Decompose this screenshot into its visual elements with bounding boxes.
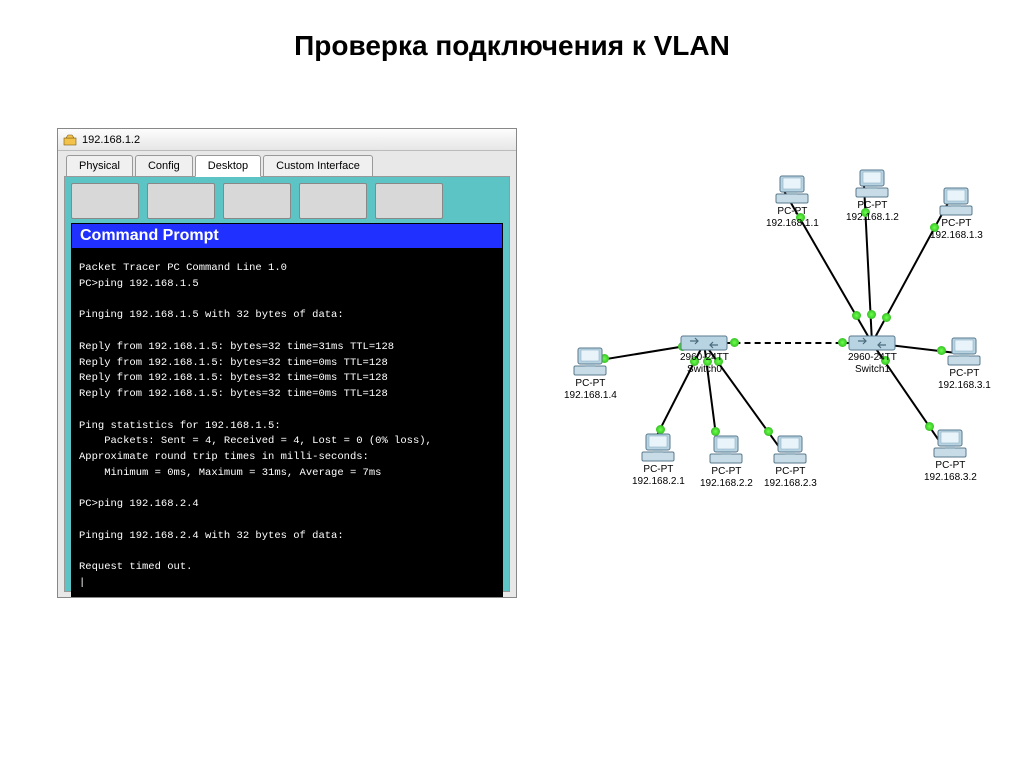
switch-device[interactable]: 2960-24TTSwitch1 [848, 332, 897, 375]
network-topology: PC-PT192.168.1.1 PC-PT192.168.1.2 PC-PT1… [540, 168, 1000, 538]
device-name-label: 192.168.1.2 [846, 212, 899, 224]
device-name-label: 192.168.1.4 [564, 390, 617, 402]
device-type-label: PC-PT [938, 368, 991, 380]
pc-device[interactable]: PC-PT192.168.2.2 [700, 434, 753, 489]
device-name-label: 192.168.2.3 [764, 478, 817, 490]
link-status-led [838, 338, 847, 347]
device-type-label: PC-PT [632, 464, 685, 476]
device-type-label: PC-PT [700, 466, 753, 478]
link-status-led [852, 311, 861, 320]
pc-device[interactable]: PC-PT192.168.1.1 [766, 174, 819, 229]
device-type-label: PC-PT [764, 466, 817, 478]
link-status-led [867, 310, 876, 319]
desktop-icon-row [71, 183, 503, 219]
network-link [704, 342, 872, 344]
pc-device[interactable]: PC-PT192.168.2.1 [632, 432, 685, 487]
pc-icon [938, 186, 974, 218]
device-type-label: 2960-24TT [848, 352, 897, 364]
packet-tracer-icon [63, 133, 77, 147]
device-type-label: PC-PT [564, 378, 617, 390]
command-prompt-titlebar: Command Prompt [71, 223, 503, 249]
switch-icon [848, 332, 896, 352]
pc-device[interactable]: PC-PT192.168.3.2 [924, 428, 977, 483]
desktop-app-icon[interactable] [375, 183, 443, 219]
command-prompt-output[interactable]: Packet Tracer PC Command Line 1.0 PC>pin… [71, 249, 503, 598]
link-status-led [730, 338, 739, 347]
desktop-area: Command Prompt Packet Tracer PC Command … [64, 176, 510, 592]
device-name-label: 192.168.1.3 [930, 230, 983, 242]
device-type-label: PC-PT [846, 200, 899, 212]
device-name-label: 192.168.3.2 [924, 472, 977, 484]
device-name-label: 192.168.1.1 [766, 218, 819, 230]
device-name-label: Switch0 [680, 364, 729, 376]
desktop-app-icon[interactable] [71, 183, 139, 219]
switch-device[interactable]: 2960-24TTSwitch0 [680, 332, 729, 375]
pc-device[interactable]: PC-PT192.168.1.4 [564, 346, 617, 401]
pc-device[interactable]: PC-PT192.168.1.2 [846, 168, 899, 223]
device-type-label: PC-PT [924, 460, 977, 472]
packet-tracer-window: 192.168.1.2 Physical Config Desktop Cust… [57, 128, 517, 598]
tab-config[interactable]: Config [135, 155, 193, 176]
pc-device[interactable]: PC-PT192.168.1.3 [930, 186, 983, 241]
desktop-app-icon[interactable] [147, 183, 215, 219]
pc-icon [708, 434, 744, 466]
pc-icon [932, 428, 968, 460]
pc-icon [854, 168, 890, 200]
tab-desktop[interactable]: Desktop [195, 155, 261, 177]
device-type-label: 2960-24TT [680, 352, 729, 364]
pc-device[interactable]: PC-PT192.168.2.3 [764, 434, 817, 489]
device-type-label: PC-PT [766, 206, 819, 218]
link-status-led [882, 313, 891, 322]
pc-device[interactable]: PC-PT192.168.3.1 [938, 336, 991, 391]
pc-icon [774, 174, 810, 206]
device-name-label: 192.168.3.1 [938, 380, 991, 392]
tab-physical[interactable]: Physical [66, 155, 133, 176]
desktop-app-icon[interactable] [223, 183, 291, 219]
window-titlebar[interactable]: 192.168.1.2 [58, 129, 516, 151]
pc-icon [946, 336, 982, 368]
window-title: 192.168.1.2 [82, 134, 140, 146]
page-title: Проверка подключения к VLAN [0, 0, 1024, 82]
switch-icon [680, 332, 728, 352]
pc-icon [572, 346, 608, 378]
window-tabs: Physical Config Desktop Custom Interface [58, 155, 516, 176]
desktop-app-icon[interactable] [299, 183, 367, 219]
pc-icon [640, 432, 676, 464]
device-name-label: 192.168.2.2 [700, 478, 753, 490]
device-name-label: Switch1 [848, 364, 897, 376]
device-type-label: PC-PT [930, 218, 983, 230]
pc-icon [772, 434, 808, 466]
device-name-label: 192.168.2.1 [632, 476, 685, 488]
tab-custom-interface[interactable]: Custom Interface [263, 155, 373, 176]
